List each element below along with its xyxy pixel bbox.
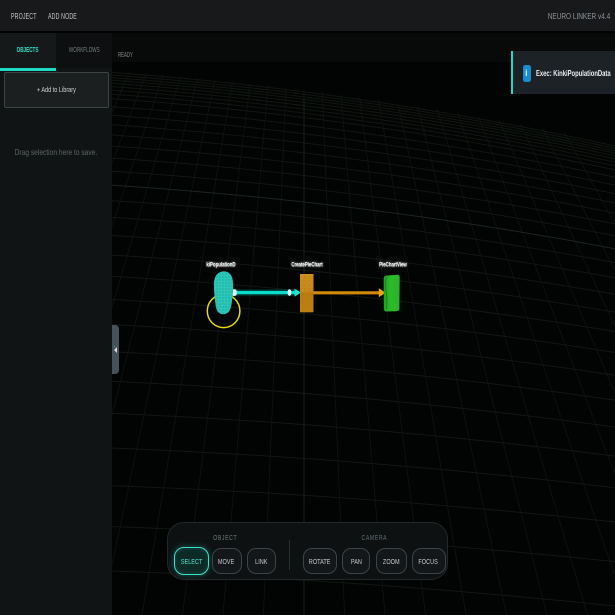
- svg-text:kiPopulationD: kiPopulationD: [206, 262, 235, 269]
- svg-text:CreatePieChart: CreatePieChart: [291, 262, 322, 269]
- svg-text:PieChartView: PieChartView: [379, 262, 407, 269]
